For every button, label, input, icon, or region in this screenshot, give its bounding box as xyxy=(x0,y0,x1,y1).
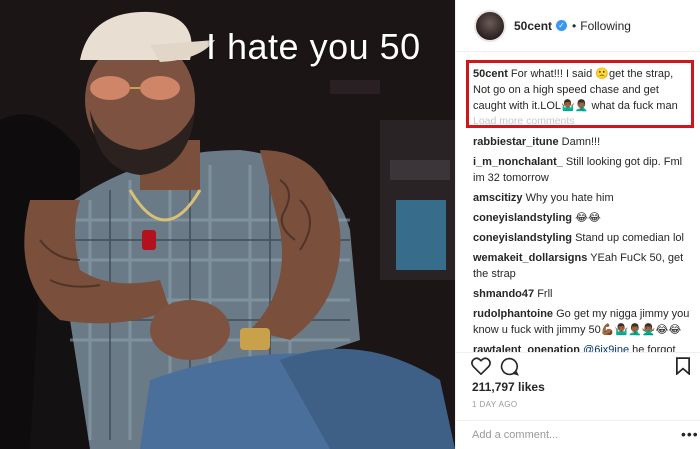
caption-highlight-box: 50cent For what!!! I said 🙁get the strap… xyxy=(466,60,694,128)
comments-list: rabbiestar_itune Damn!!! i_m_nonchalant_… xyxy=(473,134,695,352)
comment-username[interactable]: coneyislandstyling xyxy=(473,212,572,224)
heart-icon[interactable] xyxy=(471,357,491,375)
comment-text: he forgot xyxy=(632,344,676,352)
action-bar xyxy=(455,352,700,378)
list-item: coneyislandstyling Stand up comedian lol xyxy=(473,230,695,246)
comment-username[interactable]: rawtalent_onenation xyxy=(473,344,580,352)
comment-username[interactable]: rabbiestar_itune xyxy=(473,136,559,148)
list-item: rawtalent_onenation @6ix9ine he forgot xyxy=(473,342,695,352)
caption-username[interactable]: 50cent xyxy=(473,68,508,80)
comment-mention-link[interactable]: @6ix9ine xyxy=(583,344,629,352)
more-options-icon[interactable]: ••• xyxy=(681,426,699,442)
list-item: amscitizy Why you hate him xyxy=(473,190,695,206)
separator-dot: • xyxy=(572,18,577,33)
speech-bubble-icon[interactable] xyxy=(500,357,519,376)
list-item: rudolphantoine Go get my nigga jimmy you… xyxy=(473,306,695,338)
comment-text: Stand up comedian lol xyxy=(575,232,684,244)
comment-username[interactable]: coneyislandstyling xyxy=(473,232,572,244)
bookmark-icon[interactable] xyxy=(676,357,690,375)
list-item: rabbiestar_itune Damn!!! xyxy=(473,134,695,150)
load-more-comments-link[interactable]: Load more comments xyxy=(469,114,691,125)
likes-count[interactable]: 211,797 likes xyxy=(472,380,545,394)
post-photo[interactable]: I hate you 50 xyxy=(0,0,455,449)
comment-text: Frll xyxy=(537,288,553,300)
verified-badge-icon: ✓ xyxy=(556,20,568,31)
comment-text: Damn!!! xyxy=(561,136,601,148)
comment-text: Why you hate him xyxy=(525,192,614,204)
comment-username[interactable]: rudolphantoine xyxy=(473,308,553,320)
photo-overlay-caption: I hate you 50 xyxy=(206,26,421,67)
following-button[interactable]: Following xyxy=(580,19,631,33)
post-timestamp[interactable]: 1 DAY AGO xyxy=(472,400,518,409)
post-caption: 50cent For what!!! I said 🙁get the strap… xyxy=(469,63,691,114)
comment-username[interactable]: i_m_nonchalant_ xyxy=(473,156,563,168)
list-item: coneyislandstyling 😂😂 xyxy=(473,210,695,226)
post-header: 50cent ✓ • Following xyxy=(456,0,700,52)
header-username[interactable]: 50cent xyxy=(514,19,552,33)
list-item: shmando47 Frll xyxy=(473,286,695,302)
avatar[interactable] xyxy=(474,9,506,42)
comment-text: 😂😂 xyxy=(575,212,601,224)
list-item: i_m_nonchalant_ Still looking got dip. F… xyxy=(473,154,695,186)
list-item: wemakeit_dollarsigns YEah FuCk 50, get t… xyxy=(473,250,695,282)
add-comment-input[interactable]: Add a comment... xyxy=(455,420,700,449)
comment-username[interactable]: shmando47 xyxy=(473,288,534,300)
comment-username[interactable]: wemakeit_dollarsigns xyxy=(473,252,587,264)
comment-username[interactable]: amscitizy xyxy=(473,192,523,204)
